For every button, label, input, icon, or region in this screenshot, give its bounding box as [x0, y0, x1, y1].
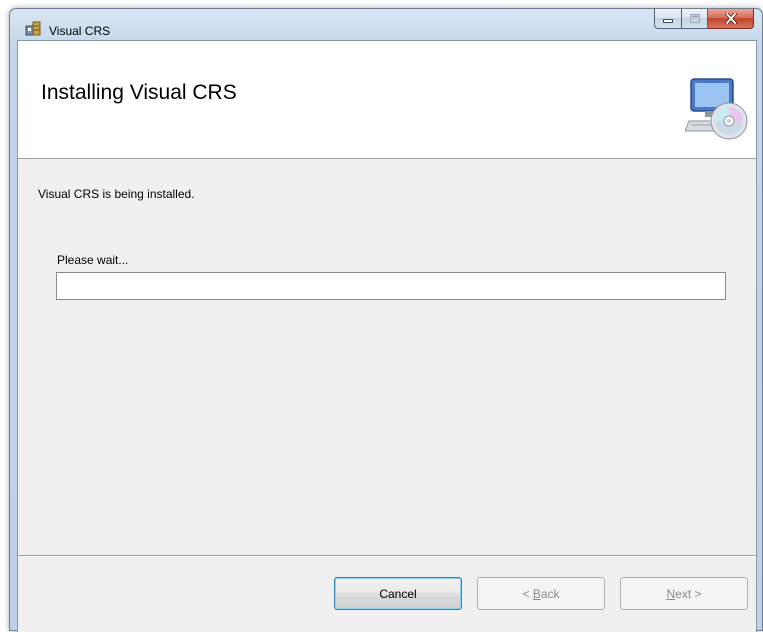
- next-button-mnemonic: N: [666, 586, 676, 601]
- dialog-client-area: Installing Visual CRS Visual CRS is bein…: [17, 40, 757, 632]
- install-status-text: Visual CRS is being installed.: [38, 187, 195, 201]
- minimize-button[interactable]: [654, 9, 682, 29]
- close-button[interactable]: [708, 9, 754, 29]
- close-icon: [724, 13, 737, 24]
- maximize-icon: [689, 14, 700, 23]
- cancel-button[interactable]: Cancel: [334, 577, 462, 610]
- window-title: Visual CRS: [49, 24, 111, 38]
- header-banner: Installing Visual CRS: [18, 41, 756, 159]
- page-title: Installing Visual CRS: [41, 81, 237, 104]
- back-button-prefix: <: [522, 586, 533, 601]
- please-wait-label: Please wait...: [57, 253, 129, 267]
- install-progress-bar: [56, 272, 726, 300]
- caption-buttons: [654, 9, 754, 31]
- installer-window: Visual CRS Installing Visual CRS Visual …: [9, 8, 763, 632]
- installer-icon: [25, 21, 41, 36]
- back-button-rest: ack: [540, 586, 560, 601]
- back-button[interactable]: < Back: [477, 577, 605, 610]
- maximize-button[interactable]: [682, 9, 708, 29]
- back-button-mnemonic: B: [532, 586, 541, 601]
- next-button[interactable]: Next >: [620, 577, 748, 610]
- computer-cd-icon: [685, 78, 748, 140]
- next-button-rest: ext >: [675, 586, 702, 601]
- button-area-separator: [18, 555, 756, 557]
- cancel-button-label: Cancel: [379, 586, 417, 601]
- minimize-icon: [663, 18, 673, 23]
- title-bar[interactable]: Visual CRS: [10, 9, 762, 41]
